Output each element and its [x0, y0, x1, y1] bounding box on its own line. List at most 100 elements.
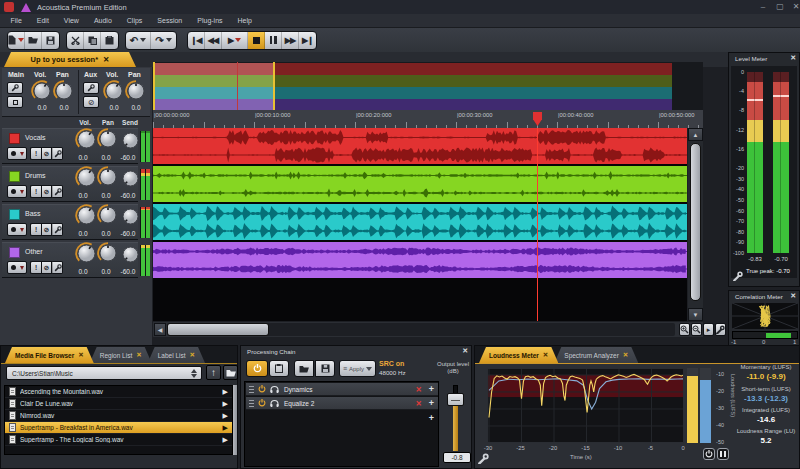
- menu-session[interactable]: Session: [150, 14, 190, 27]
- file-row[interactable]: Supertramp - Breakfast in America.wav▶: [5, 422, 232, 434]
- session-tab-close-icon[interactable]: ✕: [103, 55, 109, 64]
- aux-pan-knob[interactable]: [125, 80, 147, 106]
- track-fx-button[interactable]: [52, 223, 63, 236]
- send-knob[interactable]: [120, 206, 141, 231]
- main-vol-knob[interactable]: [31, 80, 53, 106]
- close-button[interactable]: ✕: [791, 3, 800, 12]
- pan-knob[interactable]: [97, 242, 119, 268]
- file-row[interactable]: Ascending the Mountain.wav▶: [5, 386, 232, 398]
- vertical-scroll-thumb[interactable]: [690, 143, 701, 301]
- track-fx-button[interactable]: [52, 147, 63, 160]
- minimize-button[interactable]: –: [758, 3, 768, 12]
- overview-viewport[interactable]: [153, 62, 275, 110]
- effect-row-equalize-2[interactable]: Equalize 2✕+: [246, 397, 438, 410]
- main-tool-button[interactable]: [7, 82, 23, 94]
- vol-knob[interactable]: [75, 166, 98, 193]
- zoom-menu-button[interactable]: ▸: [703, 323, 714, 336]
- drag-handle-icon[interactable]: [249, 386, 254, 393]
- scroll-left-icon[interactable]: ◀: [154, 323, 166, 336]
- mute-button[interactable]: ⊘: [41, 223, 52, 236]
- loudness-settings-icon[interactable]: [478, 450, 489, 468]
- correlation-meter-close-icon[interactable]: ✕: [790, 292, 796, 300]
- save-button[interactable]: [42, 32, 59, 49]
- timeline-settings-button[interactable]: [715, 323, 726, 336]
- main-monitor-button[interactable]: [7, 96, 23, 108]
- clip-bass[interactable]: [153, 204, 687, 240]
- horizontal-scroll-thumb[interactable]: [167, 323, 269, 336]
- file-list-scrollbar[interactable]: [233, 385, 237, 455]
- chain-save-button[interactable]: [315, 360, 335, 377]
- solo-button[interactable]: !: [30, 185, 41, 198]
- play-button[interactable]: ▶: [222, 32, 248, 49]
- level-meter-settings-icon[interactable]: [733, 267, 743, 285]
- clip-vocals[interactable]: [153, 128, 687, 164]
- path-dropdown[interactable]: C:\Users\Stian\Music: [6, 366, 202, 380]
- send-knob[interactable]: [120, 168, 141, 193]
- vol-knob[interactable]: [75, 204, 98, 231]
- effect-listen-icon[interactable]: [270, 399, 279, 407]
- go-to-end-button[interactable]: ▶❙: [299, 32, 316, 49]
- record-arm-button[interactable]: [7, 185, 27, 198]
- track-fx-button[interactable]: [52, 185, 63, 198]
- vol-knob[interactable]: [75, 128, 98, 155]
- undo-button[interactable]: ↶: [126, 32, 151, 49]
- horizontal-scrollbar[interactable]: [167, 323, 675, 336]
- file-list[interactable]: Ascending the Mountain.wav▶Clair De Lune…: [4, 385, 233, 455]
- output-level-slider[interactable]: [447, 393, 464, 406]
- add-effect-icon[interactable]: +: [429, 413, 434, 423]
- clip-other[interactable]: [153, 242, 687, 278]
- aux-mute-button[interactable]: ⊘: [83, 96, 99, 108]
- pan-knob[interactable]: [97, 128, 119, 154]
- mute-button[interactable]: ⊘: [41, 185, 52, 198]
- track-strip-other[interactable]: Other!⊘0.00.0-60.0: [2, 242, 138, 278]
- menu-plugins[interactable]: Plug-ins: [190, 14, 230, 27]
- tab-region-list[interactable]: Region List✕: [90, 347, 152, 363]
- time-ruler[interactable]: |00:00:00:000|00:00:10:000|00:00:20:000|…: [153, 110, 703, 128]
- track-fx-button[interactable]: [52, 261, 63, 274]
- pan-knob[interactable]: [97, 166, 119, 192]
- effect-power-icon[interactable]: [258, 385, 266, 393]
- drag-handle-icon[interactable]: [249, 400, 254, 407]
- browse-folder-button[interactable]: [223, 365, 238, 380]
- loudness-power-button[interactable]: [703, 448, 715, 460]
- maximize-button[interactable]: ▢: [775, 3, 785, 12]
- vol-knob[interactable]: [75, 242, 98, 269]
- copy-button[interactable]: [84, 32, 101, 49]
- record-arm-button[interactable]: [7, 261, 27, 274]
- up-directory-button[interactable]: ↑: [206, 365, 221, 380]
- track-strip-bass[interactable]: Bass!⊘0.00.0-60.0: [2, 204, 138, 240]
- vertical-scrollbar[interactable]: ▲ ▼: [688, 128, 703, 321]
- add-effect-icon[interactable]: +: [429, 398, 434, 408]
- menu-edit[interactable]: Edit: [29, 14, 56, 27]
- open-button[interactable]: [25, 32, 42, 49]
- solo-button[interactable]: !: [30, 261, 41, 274]
- cut-button[interactable]: [67, 32, 84, 49]
- mute-button[interactable]: ⊘: [41, 261, 52, 274]
- processing-chain-close-icon[interactable]: ✕: [462, 347, 468, 355]
- menu-clips[interactable]: Clips: [119, 14, 150, 27]
- send-knob[interactable]: [120, 130, 141, 155]
- session-overview[interactable]: [153, 62, 703, 110]
- chain-open-button[interactable]: [294, 360, 314, 377]
- track-lanes[interactable]: [153, 128, 687, 321]
- effect-row-dynamics[interactable]: Dynamics✕+: [246, 383, 438, 396]
- preview-play-icon[interactable]: ▶: [223, 388, 228, 396]
- forward-button[interactable]: ▶▶: [282, 32, 299, 49]
- clip-drums[interactable]: [153, 166, 687, 202]
- aux-tool-button[interactable]: [83, 82, 99, 94]
- file-row[interactable]: Supertramp - The Logical Song.wav▶: [5, 434, 232, 446]
- chain-power-button[interactable]: [246, 360, 268, 377]
- mute-button[interactable]: ⊘: [41, 147, 52, 160]
- effect-power-icon[interactable]: [258, 399, 266, 407]
- file-row[interactable]: Nimrod.wav▶: [5, 410, 232, 422]
- record-arm-button[interactable]: [7, 147, 27, 160]
- menu-file[interactable]: File: [3, 14, 29, 27]
- tab-media-file-browser[interactable]: Media File Browser✕: [5, 347, 94, 363]
- record-arm-button[interactable]: [7, 223, 27, 236]
- aux-vol-knob[interactable]: [103, 80, 125, 106]
- scroll-up-icon[interactable]: ▲: [688, 128, 703, 141]
- tab-label-list[interactable]: Label List✕: [148, 347, 205, 363]
- preview-play-icon[interactable]: ▶: [223, 424, 228, 432]
- send-knob[interactable]: [120, 244, 141, 269]
- menu-audio[interactable]: Audio: [86, 14, 119, 27]
